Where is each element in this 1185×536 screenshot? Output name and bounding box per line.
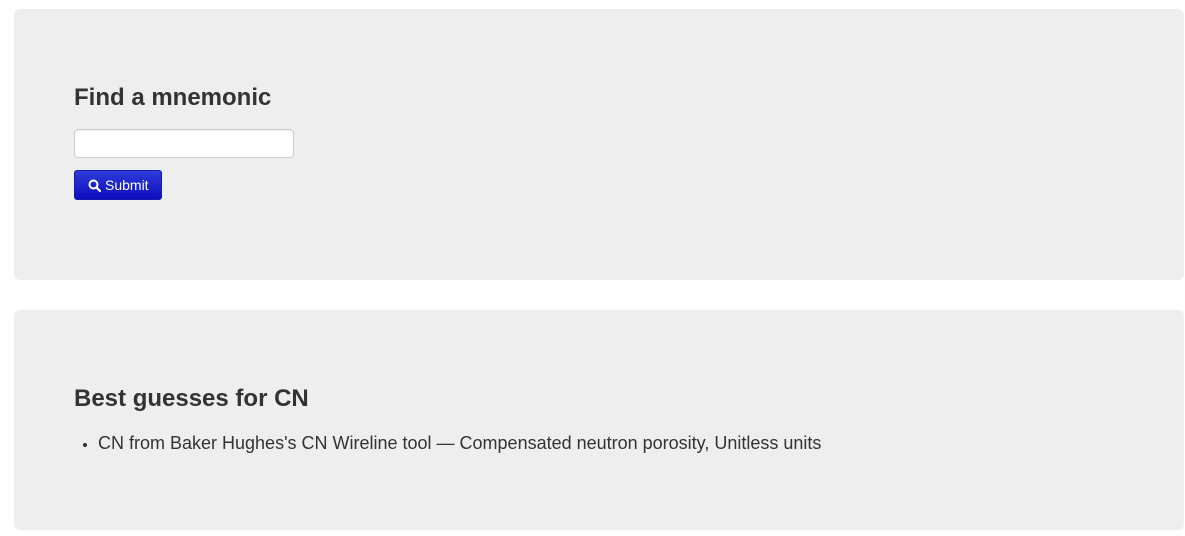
search-title: Find a mnemonic (74, 84, 272, 111)
list-item: CN from Baker Hughes's CN Wireline tool … (98, 433, 821, 455)
submit-button-label: Submit (105, 177, 149, 193)
results-panel: Best guesses for CN CN from Baker Hughes… (14, 310, 1184, 530)
search-panel: Find a mnemonic Submit (14, 9, 1184, 280)
submit-button[interactable]: Submit (74, 170, 162, 200)
result-list: CN from Baker Hughes's CN Wireline tool … (74, 433, 821, 455)
search-icon (88, 179, 101, 192)
mnemonic-search-input[interactable] (74, 129, 294, 158)
results-title: Best guesses for CN (74, 385, 309, 412)
